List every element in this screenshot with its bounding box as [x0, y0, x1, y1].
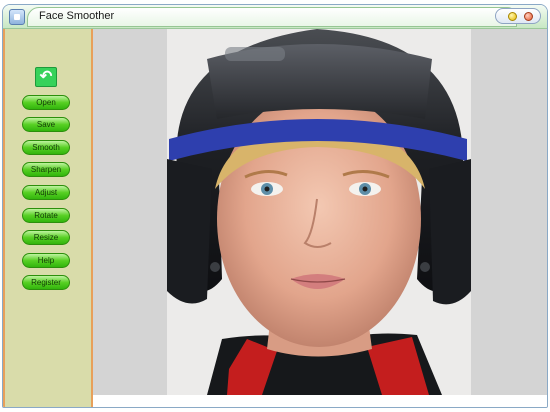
- app-icon[interactable]: [9, 9, 25, 25]
- window-controls: [495, 8, 541, 24]
- adjust-button[interactable]: Adjust: [22, 185, 70, 200]
- status-strip: [93, 395, 547, 407]
- help-button[interactable]: Help: [22, 253, 70, 268]
- window-title: Face Smoother: [39, 10, 115, 22]
- smooth-button[interactable]: Smooth: [22, 140, 70, 155]
- app-window: Face Smoother ↶ Open Save Smooth Sharpen…: [2, 4, 548, 408]
- register-button[interactable]: Register: [22, 275, 70, 290]
- image-canvas[interactable]: [93, 29, 547, 395]
- save-button[interactable]: Save: [22, 117, 70, 132]
- title-bar[interactable]: Face Smoother: [3, 5, 547, 29]
- close-icon[interactable]: [524, 12, 533, 21]
- undo-arrow-icon[interactable]: ↶: [35, 67, 57, 87]
- sharpen-button[interactable]: Sharpen: [22, 162, 70, 177]
- rotate-button[interactable]: Rotate: [22, 208, 70, 223]
- resize-button[interactable]: Resize: [22, 230, 70, 245]
- minimize-icon[interactable]: [508, 12, 517, 21]
- open-button[interactable]: Open: [22, 95, 70, 110]
- portrait-photo: [167, 29, 471, 395]
- tool-sidebar: ↶ Open Save Smooth Sharpen Adjust Rotate…: [3, 29, 93, 407]
